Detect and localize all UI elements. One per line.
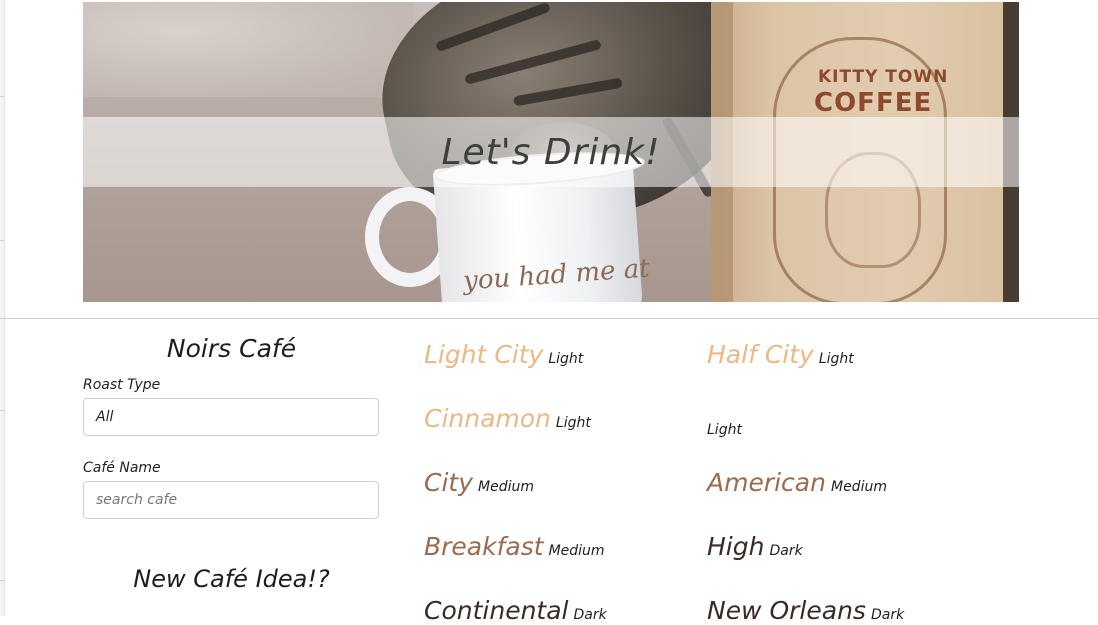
roast-item[interactable]: Breakfast Medium <box>424 532 605 561</box>
roast-type: Medium <box>548 543 605 559</box>
roast-type-label: Roast Type <box>83 377 161 393</box>
hero-banner-title: Let's Drink! <box>441 131 661 173</box>
new-cafe-idea-title: New Café Idea!? <box>133 565 330 593</box>
roast-type-select[interactable]: All <box>83 398 379 436</box>
hero-image: you had me at KITTY TOWN COFFEE Let's Dr… <box>83 2 1019 302</box>
roast-name: American <box>707 468 826 497</box>
filter-sidebar: Noirs Café Roast Type All Café Name New … <box>83 330 380 593</box>
roast-name: Breakfast <box>424 532 544 561</box>
cafe-name-group: Café Name <box>83 460 380 519</box>
roast-type: Dark <box>573 607 607 623</box>
roast-type-group: Roast Type All <box>83 377 380 436</box>
roast-type: Medium <box>478 479 534 495</box>
roast-name: High <box>707 532 765 561</box>
roast-type: Light <box>707 422 742 438</box>
roast-type: Light <box>818 351 854 367</box>
roast-type: Medium <box>830 479 887 495</box>
roast-item[interactable]: High Dark <box>707 532 803 561</box>
bag-brand-bottom: COFFEE <box>814 88 933 118</box>
roast-item[interactable]: Continental Dark <box>424 596 607 625</box>
cafe-name-label: Café Name <box>83 460 161 476</box>
roast-type: Dark <box>769 543 803 559</box>
roast-type: Light <box>548 351 584 367</box>
roast-item[interactable]: New Orleans Dark <box>707 596 904 625</box>
roast-type: Dark <box>870 607 905 623</box>
hero-banner: Let's Drink! <box>83 117 1019 187</box>
sidebar-title: Noirs Café <box>166 334 297 363</box>
roast-name: Continental <box>424 596 569 625</box>
roast-name: City <box>424 468 473 497</box>
carpet-background <box>83 2 413 97</box>
roast-type-selected-value: All <box>96 409 114 425</box>
roast-item[interactable]: American Medium <box>707 468 887 497</box>
section-divider <box>0 318 1098 319</box>
roast-name: Cinnamon <box>424 404 551 433</box>
roast-name: New Orleans <box>707 596 866 625</box>
bag-brand-top: KITTY TOWN <box>818 67 949 87</box>
roast-name: Half City <box>707 340 814 369</box>
roast-item[interactable]: Half City Light <box>707 340 854 369</box>
roast-type: Light <box>555 415 591 431</box>
roast-item[interactable]: City Medium <box>424 468 534 497</box>
roast-item[interactable]: Light <box>707 411 742 440</box>
roast-name: Light City <box>424 340 544 369</box>
roast-item[interactable]: Cinnamon Light <box>424 404 591 433</box>
roast-item[interactable]: Light City Light <box>424 340 583 369</box>
cafe-name-search-input[interactable] <box>83 481 379 519</box>
